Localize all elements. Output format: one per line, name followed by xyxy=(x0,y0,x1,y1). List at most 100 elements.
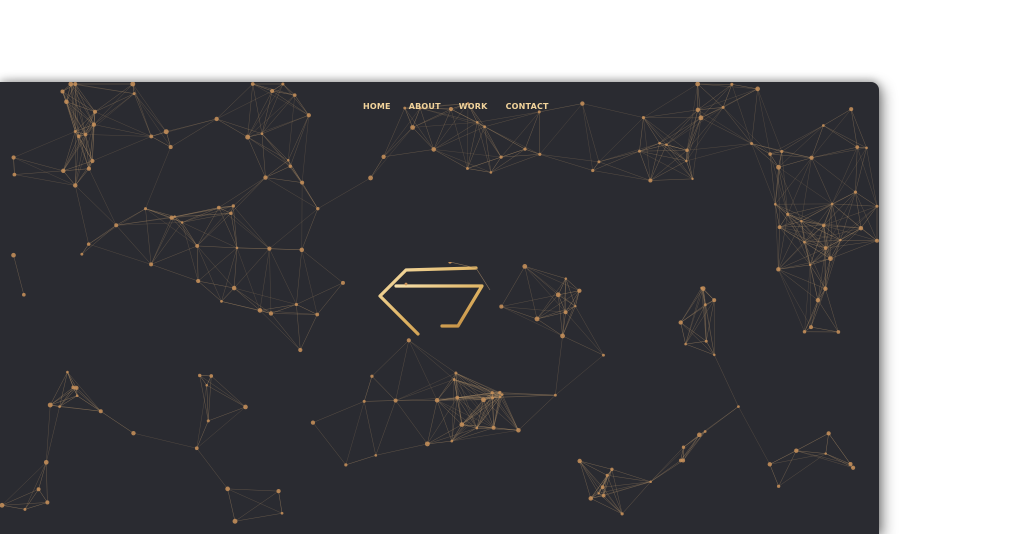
network-line xyxy=(259,310,301,351)
network-node xyxy=(231,204,235,208)
network-node xyxy=(374,454,378,457)
network-node xyxy=(698,115,704,121)
network-line xyxy=(817,258,831,301)
network-node xyxy=(205,383,209,387)
network-node xyxy=(263,175,268,180)
network-line xyxy=(38,489,48,503)
network-node xyxy=(73,129,77,134)
network-node xyxy=(523,147,527,151)
network-line xyxy=(477,111,540,123)
network-line xyxy=(825,433,829,454)
network-node xyxy=(691,177,694,181)
network-line xyxy=(75,136,80,186)
network-node xyxy=(601,353,605,357)
network-node xyxy=(826,431,831,436)
network-line xyxy=(433,149,468,169)
network-line xyxy=(598,150,640,163)
network-node xyxy=(206,419,210,423)
network-line xyxy=(408,340,455,380)
main-nav: HOME ABOUT WORK CONTACT xyxy=(363,102,549,111)
network-line xyxy=(539,154,599,163)
network-line xyxy=(75,83,95,125)
network-line xyxy=(363,376,373,402)
network-line xyxy=(199,375,246,408)
network-line xyxy=(216,118,263,134)
network-line xyxy=(230,177,266,214)
network-line xyxy=(234,513,283,522)
network-line xyxy=(757,88,782,152)
network-line xyxy=(666,144,687,162)
network-node xyxy=(270,88,275,94)
network-line xyxy=(823,125,867,149)
network-line xyxy=(134,93,167,132)
network-node xyxy=(678,458,683,463)
network-line xyxy=(502,394,519,431)
network-node xyxy=(703,430,707,433)
network-node xyxy=(11,252,16,258)
network-node xyxy=(475,120,479,124)
network-line xyxy=(236,247,261,311)
nav-about-link[interactable]: ABOUT xyxy=(409,102,441,111)
network-node xyxy=(292,93,297,97)
network-line xyxy=(683,431,706,448)
network-line xyxy=(850,109,867,148)
network-line xyxy=(770,125,824,155)
network-line xyxy=(866,147,878,207)
network-line xyxy=(412,127,434,150)
network-node xyxy=(678,320,683,325)
network-node xyxy=(491,425,496,430)
network-node xyxy=(47,402,53,408)
network-line xyxy=(427,424,462,445)
network-line xyxy=(558,294,563,336)
network-line xyxy=(100,411,134,434)
network-line xyxy=(778,450,797,487)
network-node xyxy=(260,132,264,136)
network-node xyxy=(560,333,565,339)
network-node xyxy=(80,252,84,256)
network-line xyxy=(151,264,199,282)
network-line xyxy=(490,156,502,173)
nav-home-link[interactable]: HOME xyxy=(363,102,391,111)
network-line xyxy=(781,151,812,159)
network-line xyxy=(539,154,593,171)
network-node xyxy=(267,246,272,251)
network-line xyxy=(722,107,771,155)
network-node xyxy=(75,394,79,398)
network-line xyxy=(197,247,238,282)
network-line xyxy=(85,134,152,137)
network-node xyxy=(685,159,688,163)
network-node xyxy=(684,342,687,346)
network-line xyxy=(46,462,48,503)
network-node xyxy=(875,238,879,243)
network-line xyxy=(116,208,146,226)
network-line xyxy=(133,93,171,148)
network-line xyxy=(371,340,409,377)
network-line xyxy=(697,83,758,90)
network-line xyxy=(370,156,384,179)
network-line xyxy=(611,469,651,482)
network-node xyxy=(768,152,772,156)
network-line xyxy=(24,462,47,510)
network-node xyxy=(865,146,868,150)
network-line xyxy=(317,282,344,315)
monogram-logo-icon[interactable] xyxy=(372,262,494,342)
network-node xyxy=(76,134,81,139)
nav-work-link[interactable]: WORK xyxy=(459,102,488,111)
network-node xyxy=(553,393,557,397)
network-line xyxy=(697,88,758,111)
network-line xyxy=(643,83,698,118)
network-line xyxy=(301,115,310,183)
network-line xyxy=(208,406,246,422)
network-node xyxy=(597,492,600,495)
network-line xyxy=(76,387,101,412)
network-line xyxy=(524,148,540,155)
network-line xyxy=(751,88,758,144)
network-line xyxy=(94,93,135,112)
network-line xyxy=(555,335,563,396)
network-line xyxy=(705,406,739,432)
network-line xyxy=(650,460,681,482)
nav-contact-link[interactable]: CONTACT xyxy=(506,102,549,111)
network-node xyxy=(809,155,814,160)
network-line xyxy=(301,249,344,284)
network-node xyxy=(591,168,595,173)
